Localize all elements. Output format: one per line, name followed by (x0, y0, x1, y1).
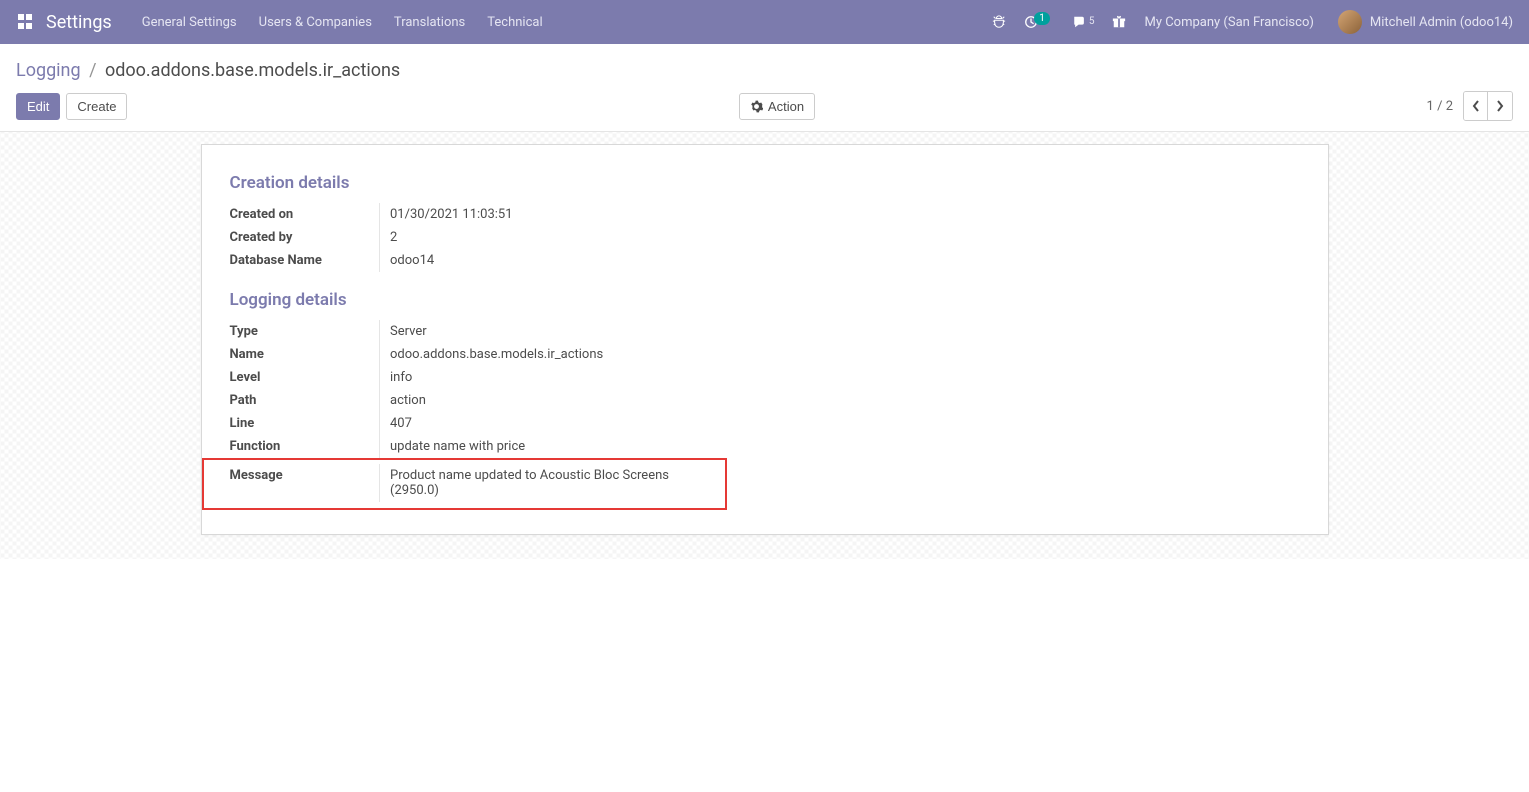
app-brand[interactable]: Settings (46, 12, 112, 33)
label-created-on: Created on (230, 203, 380, 226)
row-created-by: Created by 2 (230, 226, 523, 249)
content-area: Creation details Created on 01/30/2021 1… (0, 132, 1529, 559)
label-line: Line (230, 412, 380, 435)
create-button[interactable]: Create (66, 93, 127, 120)
value-type: Server (380, 320, 614, 343)
row-created-on: Created on 01/30/2021 11:03:51 (230, 203, 523, 226)
menu-general-settings[interactable]: General Settings (142, 15, 237, 30)
systray: 1 5 My Company (San Francisco) Mitchell … (992, 10, 1513, 34)
menu-translations[interactable]: Translations (394, 15, 465, 30)
highlighted-message-row: Message Product name updated to Acoustic… (202, 458, 727, 510)
gear-icon (750, 100, 763, 113)
menu-users-companies[interactable]: Users & Companies (259, 15, 372, 30)
company-selector[interactable]: My Company (San Francisco) (1144, 15, 1313, 30)
value-path: action (380, 389, 614, 412)
row-message: Message Product name updated to Acoustic… (230, 464, 725, 502)
user-menu[interactable]: Mitchell Admin (odoo14) (1338, 10, 1513, 34)
messages-badge: 5 (1089, 17, 1095, 27)
label-created-by: Created by (230, 226, 380, 249)
label-type: Type (230, 320, 380, 343)
apps-icon[interactable] (18, 14, 34, 30)
breadcrumb-sep: / (89, 60, 96, 81)
pager-next-button[interactable] (1488, 92, 1512, 120)
messages-icon[interactable]: 5 (1072, 15, 1095, 29)
value-line: 407 (380, 412, 614, 435)
menu-technical[interactable]: Technical (487, 15, 542, 30)
creation-details-group: Created on 01/30/2021 11:03:51 Created b… (230, 203, 523, 272)
value-name: odoo.addons.base.models.ir_actions (380, 343, 614, 366)
section-title-logging: Logging details (230, 290, 1300, 310)
activity-badge: 1 (1034, 12, 1050, 25)
section-title-creation: Creation details (230, 173, 1300, 193)
breadcrumb-current: odoo.addons.base.models.ir_actions (105, 60, 400, 81)
value-db-name: odoo14 (380, 249, 523, 272)
row-path: Path action (230, 389, 614, 412)
label-message: Message (230, 464, 380, 502)
action-button[interactable]: Action (739, 93, 815, 120)
label-function: Function (230, 435, 380, 458)
label-db-name: Database Name (230, 249, 380, 272)
user-name: Mitchell Admin (odoo14) (1370, 15, 1513, 30)
label-name: Name (230, 343, 380, 366)
gift-icon[interactable] (1112, 15, 1126, 29)
row-line: Line 407 (230, 412, 614, 435)
value-function: update name with price (380, 435, 614, 458)
chevron-left-icon (1472, 100, 1480, 112)
activity-icon[interactable]: 1 (1024, 15, 1054, 29)
label-path: Path (230, 389, 380, 412)
bug-icon[interactable] (992, 15, 1006, 29)
logging-details-group: Type Server Name odoo.addons.base.models… (230, 320, 614, 458)
label-level: Level (230, 366, 380, 389)
row-type: Type Server (230, 320, 614, 343)
action-label: Action (768, 99, 804, 114)
form-sheet: Creation details Created on 01/30/2021 1… (201, 144, 1329, 535)
edit-button[interactable]: Edit (16, 93, 60, 120)
pager-buttons (1463, 91, 1513, 121)
breadcrumb: Logging / odoo.addons.base.models.ir_act… (16, 60, 1513, 81)
value-message: Product name updated to Acoustic Bloc Sc… (380, 464, 725, 502)
main-menu: General Settings Users & Companies Trans… (142, 15, 543, 30)
row-level: Level info (230, 366, 614, 389)
chevron-right-icon (1496, 100, 1504, 112)
top-navbar: Settings General Settings Users & Compan… (0, 0, 1529, 44)
row-db-name: Database Name odoo14 (230, 249, 523, 272)
avatar (1338, 10, 1362, 34)
pager-prev-button[interactable] (1464, 92, 1488, 120)
breadcrumb-root[interactable]: Logging (16, 60, 81, 81)
pager: 1 / 2 (1427, 99, 1453, 114)
control-panel: Logging / odoo.addons.base.models.ir_act… (0, 44, 1529, 132)
row-function: Function update name with price (230, 435, 614, 458)
value-level: info (380, 366, 614, 389)
value-created-on: 01/30/2021 11:03:51 (380, 203, 523, 226)
value-created-by: 2 (380, 226, 523, 249)
row-name: Name odoo.addons.base.models.ir_actions (230, 343, 614, 366)
